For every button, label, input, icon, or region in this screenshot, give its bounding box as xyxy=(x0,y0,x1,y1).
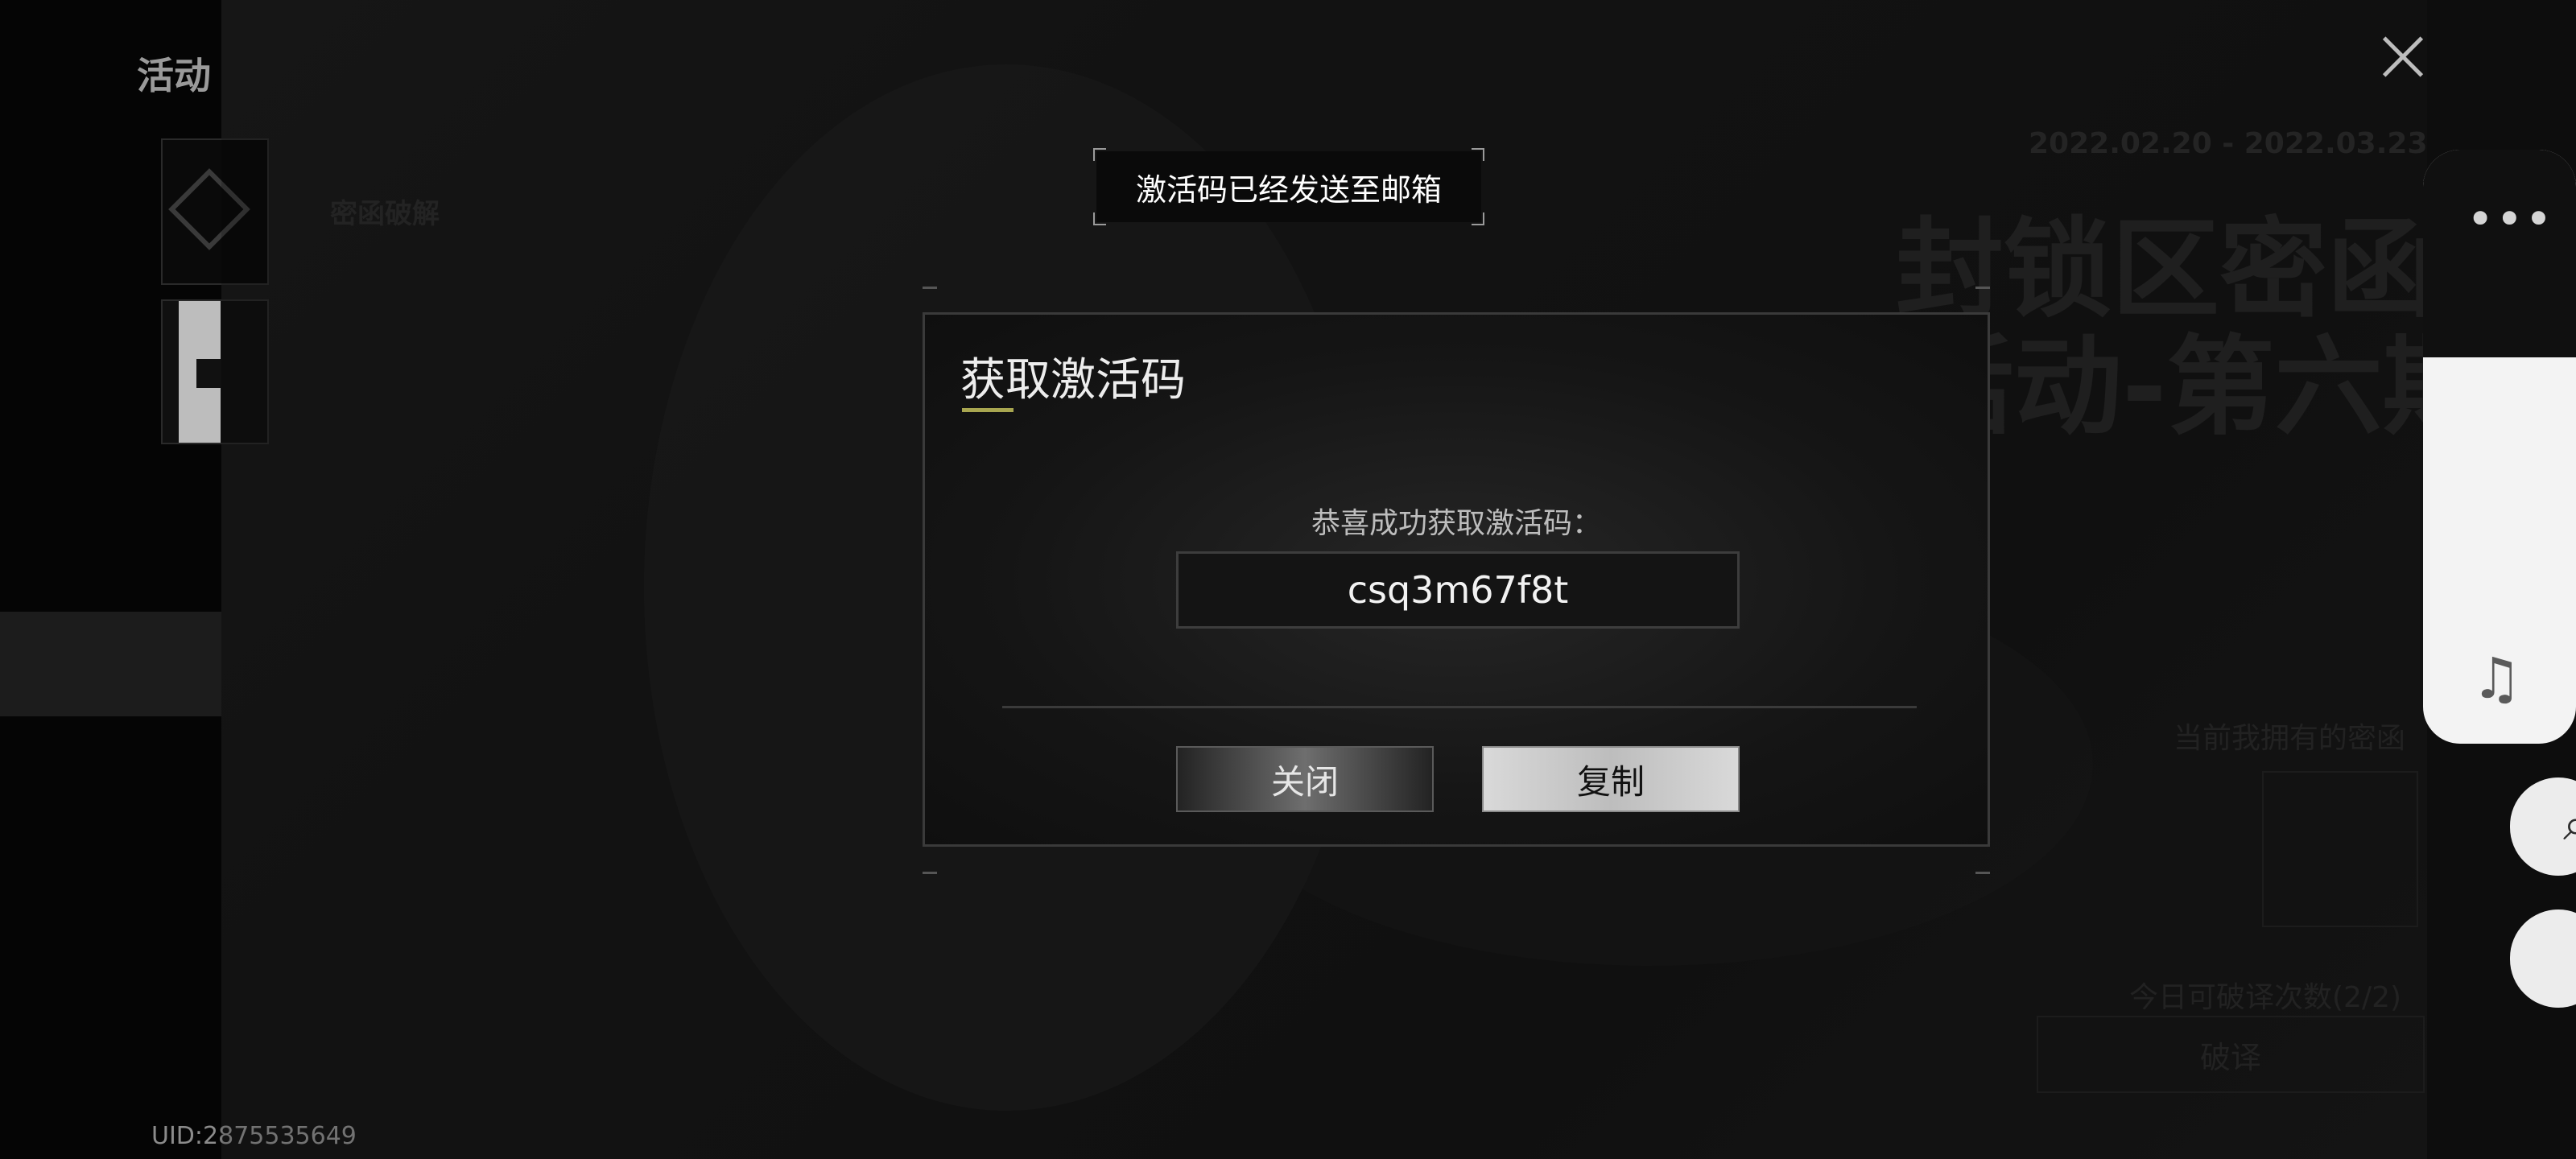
toast-message: 激活码已经发送至邮箱 xyxy=(1093,148,1484,225)
music-note-icon[interactable]: ♫ xyxy=(2471,645,2522,711)
close-icon[interactable] xyxy=(2373,24,2433,90)
search-icon: ⌕ xyxy=(2563,798,2576,851)
panel-header xyxy=(2423,150,2576,357)
more-dots-icon[interactable]: ••• xyxy=(2467,192,2554,246)
dialog-title: 获取激活码 xyxy=(960,354,1186,406)
title-underline xyxy=(962,408,1013,412)
page-title: 活动 xyxy=(137,54,211,97)
copy-button-label: 复制 xyxy=(1576,761,1645,802)
activation-code-field[interactable]: csq3m67f8t xyxy=(1176,551,1740,629)
floating-assistant-panel: ••• ♫ xyxy=(2423,150,2576,744)
dialog-divider xyxy=(1002,706,1917,708)
close-button-label: 关闭 xyxy=(1270,761,1339,802)
copy-button[interactable]: 复制 xyxy=(1482,746,1740,812)
activation-code-dialog: 获取激活码 恭喜成功获取激活码： csq3m67f8t 关闭 复制 xyxy=(923,312,1990,847)
toast-text: 激活码已经发送至邮箱 xyxy=(1135,171,1442,208)
success-label: 恭喜成功获取激活码： xyxy=(1311,507,1601,540)
activation-code-value: csq3m67f8t xyxy=(1347,568,1569,612)
close-button[interactable]: 关闭 xyxy=(1176,746,1434,812)
